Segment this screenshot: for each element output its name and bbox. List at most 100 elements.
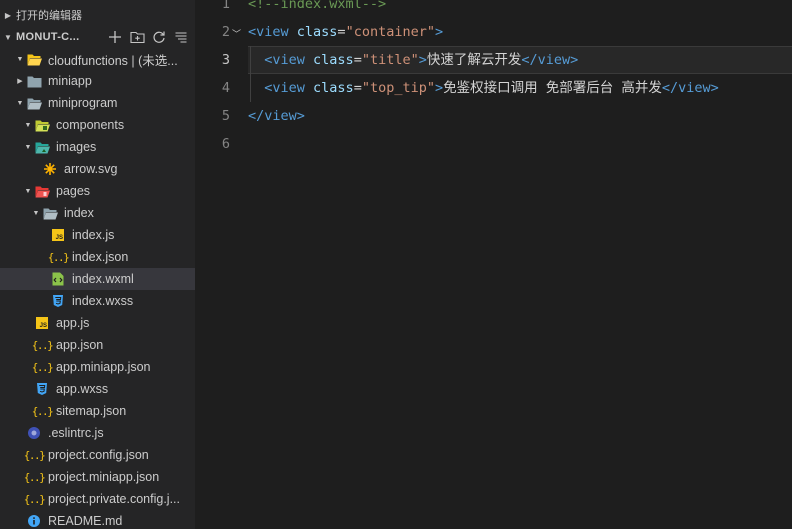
tree-item[interactable]: ▼ images	[0, 136, 195, 158]
folder-icon	[26, 73, 42, 89]
tree-item[interactable]: {..} app.json	[0, 334, 195, 356]
chevron-down-icon[interactable]: ▼	[22, 144, 34, 151]
code-token: <view	[264, 80, 305, 96]
file-tree: ▼ cloudfunctions | (未选... ▶ miniapp ▼ minipro…	[0, 48, 195, 529]
workspace-root-label: MONUT-C...	[16, 31, 80, 43]
tree-item-label: project.miniapp.json	[48, 470, 160, 484]
tree-item[interactable]: {..} app.miniapp.json	[0, 356, 195, 378]
new-file-icon[interactable]	[107, 29, 123, 45]
chevron-down-icon[interactable]: ▼	[30, 210, 42, 217]
tree-item[interactable]: ▼ components	[0, 114, 195, 136]
tree-item-label: miniapp	[48, 74, 92, 88]
tree-item[interactable]: {..} project.private.config.j...	[0, 488, 195, 510]
open-editors-header[interactable]: ▶ 打开的编辑器	[0, 4, 195, 26]
json-file-icon: {..}	[31, 360, 54, 374]
chevron-down-icon[interactable]: ▼	[22, 122, 34, 129]
folder-open-icon	[42, 205, 58, 221]
code-editor[interactable]: 1 2 ﹀ 3 4 5 6 <!--index.wxml--> <view class="co…	[195, 0, 792, 529]
readme-file-icon	[26, 513, 42, 529]
images-folder-icon	[34, 139, 50, 155]
tree-item-label: index.js	[72, 228, 115, 242]
code-line[interactable]: <!--index.wxml-->	[248, 0, 792, 18]
json-file-icon: {..}	[31, 404, 54, 418]
tree-item[interactable]: ▶ miniapp	[0, 70, 195, 92]
folder-open-icon	[26, 95, 42, 111]
tree-item[interactable]: .eslintrc.js	[0, 422, 195, 444]
code-line[interactable]: </view>	[248, 102, 792, 130]
code-token: =	[353, 52, 362, 68]
new-folder-icon[interactable]	[129, 29, 145, 45]
code-token: </view>	[661, 80, 719, 96]
js-file-icon: JS	[34, 315, 50, 331]
open-editors-label: 打开的编辑器	[16, 10, 82, 22]
tree-item-label: sitemap.json	[56, 404, 127, 418]
code-line[interactable]	[248, 130, 792, 158]
chevron-down-icon[interactable]: ▼	[22, 188, 34, 195]
line-number: 2	[221, 24, 230, 40]
line-number: 4	[221, 80, 230, 96]
code-token: "container"	[345, 24, 435, 40]
tree-item[interactable]: arrow.svg	[0, 158, 195, 180]
code-token: >	[434, 80, 444, 96]
wxml-file-icon	[50, 271, 66, 287]
tree-item-label: index.wxml	[72, 272, 134, 286]
fold-chevron-icon[interactable]: ﹀	[232, 27, 241, 40]
code-line[interactable]: <view class="title">快速了解云开发</view>	[248, 46, 792, 74]
tree-item[interactable]: {..} project.config.json	[0, 444, 195, 466]
code-line[interactable]: <view class="container">	[248, 18, 792, 46]
code-token: class	[313, 80, 354, 96]
tree-item[interactable]: app.wxss	[0, 378, 195, 400]
tree-item[interactable]: ▼ miniprogram	[0, 92, 195, 114]
json-file-icon: {..}	[23, 470, 46, 484]
tree-item[interactable]: index.wxml	[0, 268, 195, 290]
tree-item[interactable]: README.md	[0, 510, 195, 529]
css-file-icon	[50, 293, 66, 309]
cloud-folder-icon	[26, 51, 42, 67]
tree-item[interactable]: {..} project.miniapp.json	[0, 466, 195, 488]
chevron-right-icon[interactable]: ▶	[14, 77, 26, 85]
code-token: =	[337, 24, 346, 40]
code-token: <view	[248, 24, 289, 40]
tree-item-label: index.wxss	[72, 294, 134, 308]
tree-item[interactable]: JS app.js	[0, 312, 195, 334]
tree-item[interactable]: {..} sitemap.json	[0, 400, 195, 422]
code-token: >	[434, 24, 444, 40]
js-file-icon: JS	[50, 227, 66, 243]
tree-item-label: miniprogram	[48, 96, 118, 110]
chevron-right-icon: ▶	[4, 10, 12, 20]
tree-item[interactable]: {..} index.json	[0, 246, 195, 268]
eslint-file-icon	[26, 425, 42, 441]
code-token: </view>	[248, 108, 305, 124]
tree-item-label: arrow.svg	[64, 162, 118, 176]
code-line[interactable]: <view class="top_tip">免鉴权接口调用 免部署后台 高并发<…	[248, 74, 792, 102]
tree-item-label: app.json	[56, 338, 104, 352]
json-file-icon: {..}	[23, 492, 46, 506]
explorer-actions	[107, 26, 189, 48]
tree-item[interactable]: JS index.js	[0, 224, 195, 246]
code-token: <view	[264, 52, 305, 68]
explorer-sidebar: ▶ 打开的编辑器 ▼ MONUT-C... ▼ cloudfunctions | …	[0, 0, 195, 529]
tree-item-label: app.miniapp.json	[56, 360, 151, 374]
json-file-icon: {..}	[23, 448, 46, 462]
code-token: =	[353, 80, 362, 96]
pages-folder-icon	[34, 183, 50, 199]
svg-file-icon	[42, 161, 58, 177]
tree-item[interactable]: ▼ pages	[0, 180, 195, 202]
tree-item-label: index.json	[72, 250, 129, 264]
tree-item[interactable]: ▼ cloudfunctions | (未选...	[0, 48, 195, 70]
code-token: </view>	[521, 52, 579, 68]
workspace-root-header[interactable]: ▼ MONUT-C...	[0, 26, 195, 48]
tree-item-label: components	[56, 118, 125, 132]
tree-item[interactable]: index.wxss	[0, 290, 195, 312]
chevron-down-icon[interactable]: ▼	[14, 56, 26, 63]
css-file-icon	[34, 381, 50, 397]
tree-item[interactable]: ▼ index	[0, 202, 195, 224]
code-token: <!--index.wxml-->	[248, 0, 387, 12]
collapse-all-icon[interactable]	[173, 29, 189, 45]
chevron-down-icon[interactable]: ▼	[14, 100, 26, 107]
refresh-icon[interactable]	[151, 29, 167, 45]
line-number: 1	[221, 0, 230, 12]
